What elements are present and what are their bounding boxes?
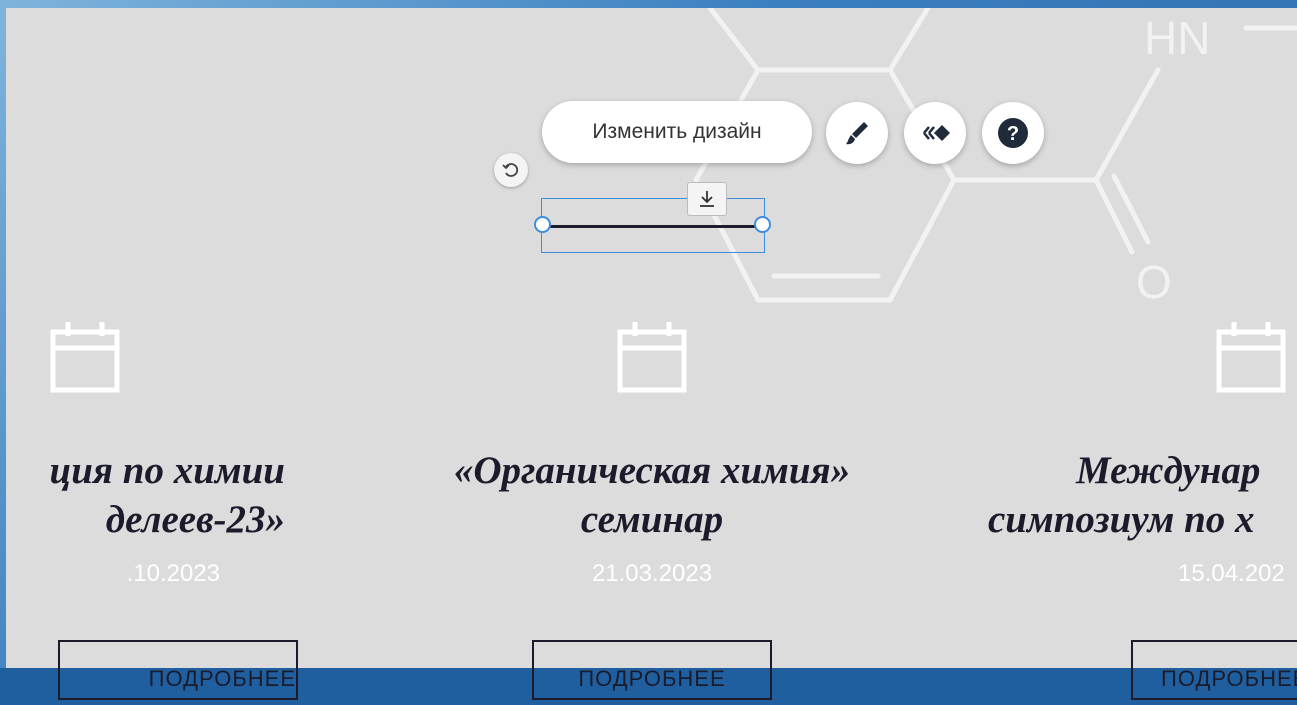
event-title: «Органическая химия» семинар xyxy=(453,449,851,541)
change-design-button[interactable]: Изменить дизайн xyxy=(542,101,812,163)
animation-icon xyxy=(923,125,950,141)
change-design-label: Изменить дизайн xyxy=(592,120,762,143)
details-button[interactable]: ПОДРОБНЕЕ xyxy=(532,640,772,700)
details-button[interactable]: ПОДРОБНЕЕ xyxy=(1131,640,1297,700)
event-title: ция по химии делеев-23» xyxy=(49,449,285,541)
rotate-icon xyxy=(502,163,519,177)
anchor-button[interactable] xyxy=(687,182,727,216)
download-anchor-icon xyxy=(700,191,714,207)
event-date: 21.03.2023 xyxy=(591,560,713,587)
calendar-icon xyxy=(617,322,687,393)
event-title: Междунар симпозиум по х xyxy=(988,449,1261,541)
help-button[interactable]: ? xyxy=(982,102,1044,164)
calendar-icon xyxy=(1216,322,1286,393)
molecule-label-hn: HN xyxy=(1144,12,1210,64)
details-button[interactable]: ПОДРОБНЕЕ xyxy=(58,640,298,700)
selected-line-element[interactable] xyxy=(542,225,762,228)
resize-handle-right[interactable] xyxy=(754,216,771,233)
help-icon: ? xyxy=(998,118,1028,148)
event-date: .10.2023 xyxy=(126,560,220,587)
event-date: 15.04.202 xyxy=(1178,560,1285,587)
resize-handle-left[interactable] xyxy=(534,216,551,233)
molecule-label-o: O xyxy=(1136,256,1172,308)
calendar-icon xyxy=(50,322,120,393)
event-card: «Органическая химия» семинар 21.03.2023 … xyxy=(392,320,912,705)
rotate-button[interactable] xyxy=(494,153,528,187)
molecule-background: HN O xyxy=(693,8,1297,308)
svg-text:?: ? xyxy=(1007,123,1019,145)
event-card: ция по химии делеев-23» .10.2023 ПОДРОБН… xyxy=(0,320,325,705)
event-card: Междунар симпозиум по х 15.04.202 ПОДРОБ… xyxy=(980,320,1297,705)
animation-button[interactable] xyxy=(904,102,966,164)
brush-icon xyxy=(846,122,868,145)
design-brush-button[interactable] xyxy=(826,102,888,164)
